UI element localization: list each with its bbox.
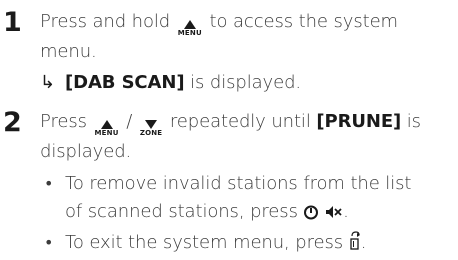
bullet-dot: •: [44, 174, 54, 193]
menu-up-button-icon: MENU: [95, 120, 119, 137]
step-2-text-before: Press: [40, 111, 87, 132]
step-1-text-after: to access the system: [209, 11, 398, 32]
step-2-line-1: Press MENU / ZONE repeatedly until [PRUN…: [40, 110, 421, 137]
step-1-line-1: Press and hold MENU to access the system: [40, 10, 398, 37]
bullet-1-line-1: To remove invalid stations from the list: [65, 173, 412, 194]
exit-icon: [350, 231, 360, 250]
step-1-text-before: Press and hold: [40, 11, 171, 32]
step-1-result-text: is displayed.: [190, 72, 302, 93]
step-2-bracket: [PRUNE]: [316, 111, 402, 132]
bullet-2-line: To exit the system menu, press .: [65, 231, 366, 255]
bullet-1-text: of scanned stations, press: [65, 201, 298, 222]
bullet-2-text: To exit the system menu, press: [65, 232, 344, 253]
step-1-line-2: menu.: [40, 41, 97, 62]
step-2-line-2: displayed.: [40, 141, 132, 162]
zone-down-button-icon: ZONE: [140, 120, 162, 137]
step-1-result: ↳ [DAB SCAN] is displayed.: [40, 71, 301, 95]
bullet-1-end: .: [343, 201, 349, 222]
bullet-2-end: .: [360, 232, 367, 253]
step-2-text-middle: repeatedly until: [169, 111, 311, 132]
step-2-separator: /: [126, 111, 133, 132]
result-arrow-icon: ↳: [40, 72, 55, 93]
bullet-1-line-2: of scanned stations, press .: [65, 200, 349, 224]
step-2-text-is: is: [406, 111, 421, 132]
bullet-dot: •: [44, 233, 54, 252]
power-icon: [304, 205, 319, 220]
menu-up-button-icon: MENU: [178, 20, 202, 37]
step-number-1: 1: [3, 7, 22, 38]
mute-icon: [326, 206, 342, 218]
step-number-2: 2: [3, 107, 22, 138]
step-1-result-bracket: [DAB SCAN]: [64, 72, 185, 93]
